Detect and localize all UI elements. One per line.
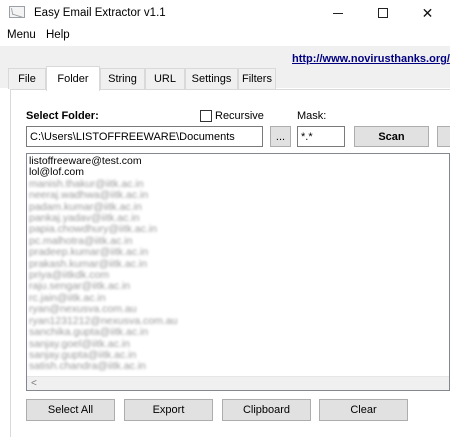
minimize-icon	[332, 12, 343, 14]
email-list-item[interactable]: sanchika.gupta@iitk.ac.in	[29, 326, 447, 338]
mask-label: Mask:	[297, 110, 327, 122]
tab-string[interactable]: String	[100, 68, 145, 89]
scroll-left-icon[interactable]: <	[31, 378, 37, 389]
email-list-item[interactable]: neeraj.wadhwa@iitk.ac.in	[29, 189, 447, 201]
email-list-item[interactable]: pradeep.kumar@iitk.ac.in	[29, 246, 447, 258]
maximize-icon	[377, 8, 388, 18]
close-button[interactable]: ✕	[405, 0, 450, 26]
email-list-item[interactable]: listoffreeware@test.com	[29, 155, 447, 167]
folder-path-input[interactable]	[26, 126, 263, 147]
email-list-item[interactable]: ryan@nexusva.com.au	[29, 303, 447, 315]
mask-input[interactable]	[297, 126, 345, 147]
tab-settings[interactable]: Settings	[185, 68, 238, 89]
email-list-item[interactable]: satish.chandra@iitk.ac.in	[29, 360, 447, 372]
tab-filters[interactable]: Filters	[238, 68, 276, 89]
close-icon: ✕	[421, 4, 434, 21]
recursive-checkbox[interactable]	[200, 110, 212, 122]
email-list: listoffreeware@test.com lol@lof.com manish…	[27, 154, 449, 375]
export-button[interactable]: Export	[124, 399, 213, 421]
tab-folder[interactable]: Folder	[46, 66, 100, 91]
menu-item-menu[interactable]: Menu	[7, 29, 36, 41]
menu-bar: Menu Help	[0, 26, 450, 46]
website-link[interactable]: http://www.novirusthanks.org/	[292, 53, 450, 65]
browse-button[interactable]: ...	[270, 126, 291, 147]
minimize-button[interactable]	[315, 0, 360, 26]
results-list[interactable]: listoffreeware@test.com lol@lof.com manish…	[26, 153, 450, 391]
select-folder-label: Select Folder:	[26, 110, 99, 122]
menu-item-help[interactable]: Help	[46, 29, 70, 41]
envelope-icon	[9, 6, 25, 18]
maximize-button[interactable]	[360, 0, 405, 26]
tab-file[interactable]: File	[8, 68, 46, 89]
select-all-button[interactable]: Select All	[26, 399, 115, 421]
window-title: Easy Email Extractor v1.1	[34, 7, 166, 19]
scan-button[interactable]: Scan	[354, 126, 429, 147]
stop-button[interactable]	[437, 126, 450, 147]
horizontal-scrollbar[interactable]: <	[27, 376, 449, 390]
clipboard-button[interactable]: Clipboard	[222, 399, 311, 421]
tab-url[interactable]: URL	[145, 68, 185, 89]
clear-button[interactable]: Clear	[319, 399, 408, 421]
title-bar: Easy Email Extractor v1.1 ✕	[0, 0, 450, 26]
recursive-label: Recursive	[215, 110, 264, 122]
